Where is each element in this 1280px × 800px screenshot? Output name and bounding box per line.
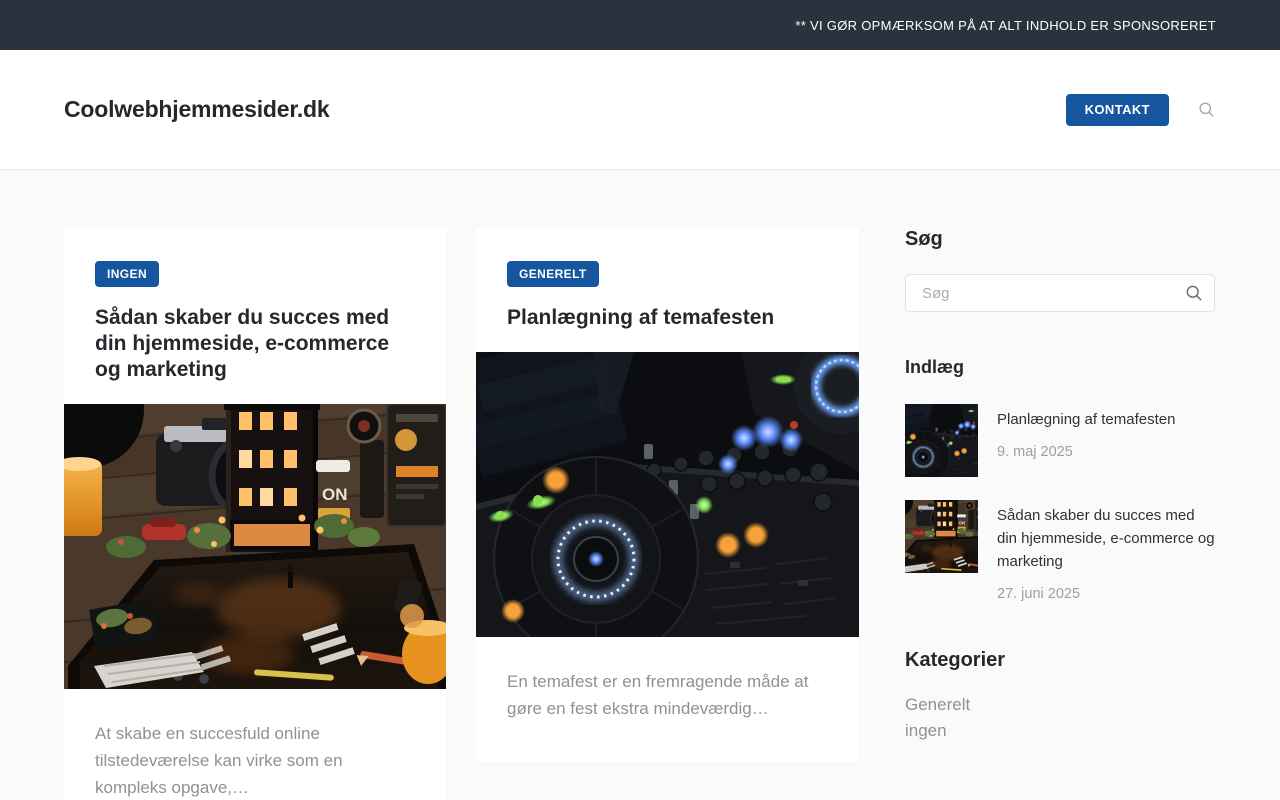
site-title-link[interactable]: Coolwebhjemmesider.dk [64,96,330,123]
post-featured-image-city[interactable] [64,404,446,689]
post-title-link[interactable]: Planlægning af temafesten [507,305,828,331]
category-link-ingen[interactable]: ingen [905,718,1215,744]
sidebar-categories-widget: Kategorier Generelt ingen [905,649,1215,744]
recent-post-thumbnail-city[interactable] [905,500,978,573]
sidebar-search-widget: Søg [905,228,1215,312]
categories-heading: Kategorier [905,649,1006,671]
category-link-generelt[interactable]: Generelt [905,692,1215,718]
post-featured-image-dj[interactable] [476,352,859,637]
search-icon [1197,100,1216,119]
post-title-link[interactable]: Sådan skaber du succes med din hjemmesid… [95,305,415,383]
search-icon [1184,283,1204,303]
recent-post-date: 9. maj 2025 [997,444,1073,460]
post-card-2: GENERELT Planlægning af temafesten En te… [476,228,859,762]
sidebar: Søg Indlæg Planlægning af temafesten 9. [905,228,1215,744]
sponsor-banner-text: ** VI GØR OPMÆRKSOM PÅ AT ALT INDHOLD ER… [795,17,1216,33]
recent-post-date: 27. juni 2025 [997,586,1081,602]
recent-post-item: Planlægning af temafesten 9. maj 2025 [905,404,1215,477]
site-header: Coolwebhjemmesider.dk KONTAKT [0,50,1280,170]
sidebar-recent-posts-widget: Indlæg Planlægning af temafesten 9. maj … [905,357,1215,602]
search-input[interactable] [905,274,1215,312]
post-excerpt: At skabe en succesfuld online tilstedevæ… [95,724,343,797]
recent-post-item: Sådan skaber du succes med din hjemmesid… [905,500,1215,602]
header-search-button[interactable] [1197,100,1216,119]
category-badge[interactable]: GENERELT [507,261,599,287]
recent-post-title-link[interactable]: Sådan skaber du succes med din hjemmesid… [997,504,1215,573]
recent-post-title-link[interactable]: Planlægning af temafesten [997,408,1175,431]
search-submit-button[interactable] [1173,274,1215,312]
post-card-1: INGEN Sådan skaber du succes med din hje… [64,228,446,800]
sponsor-banner: ** VI GØR OPMÆRKSOM PÅ AT ALT INDHOLD ER… [0,0,1280,50]
recent-post-thumbnail-dj[interactable] [905,404,978,477]
main-area: INGEN Sådan skaber du succes med din hje… [0,170,1280,800]
post-excerpt: En temafest er en fremragende måde at gø… [507,672,809,718]
search-heading: Søg [905,228,943,250]
category-badge[interactable]: INGEN [95,261,160,287]
recent-posts-heading: Indlæg [905,357,964,377]
contact-button[interactable]: KONTAKT [1065,93,1169,126]
